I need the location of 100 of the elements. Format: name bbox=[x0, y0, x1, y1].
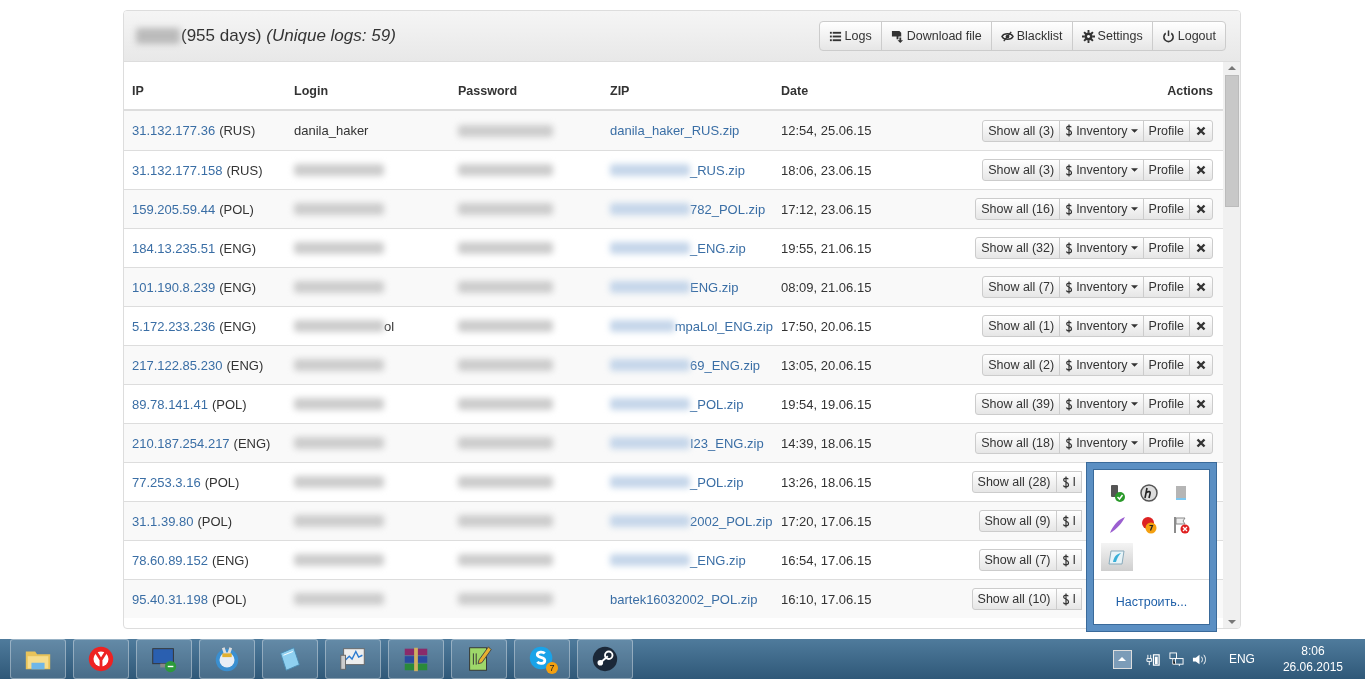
caret-icon bbox=[1130, 324, 1138, 328]
ip-link[interactable]: 31.132.177.158 bbox=[132, 162, 223, 178]
show-all-button[interactable]: Show all (16) bbox=[975, 198, 1061, 220]
customize-link[interactable]: Настроить... bbox=[1115, 595, 1188, 609]
letter-circle-icon[interactable] bbox=[1139, 483, 1159, 503]
battery-icon[interactable] bbox=[1145, 651, 1161, 667]
show-all-button[interactable]: Show all (39) bbox=[975, 393, 1061, 415]
profile-button[interactable]: Profile bbox=[1142, 432, 1190, 454]
show-hidden-icons-button[interactable] bbox=[1112, 649, 1132, 669]
delete-button[interactable] bbox=[1189, 159, 1213, 181]
inventory-dropdown-button[interactable]: Inventory bbox=[1059, 276, 1144, 298]
flag-icon[interactable] bbox=[1171, 515, 1191, 535]
zip-link[interactable]: I23_ENG.zip bbox=[690, 435, 764, 451]
ip-link[interactable]: 89.78.141.41 bbox=[132, 396, 208, 412]
show-all-button[interactable]: Show all (32) bbox=[975, 237, 1061, 259]
feather-icon[interactable] bbox=[1107, 515, 1127, 535]
language-indicator[interactable]: ENG bbox=[1228, 652, 1255, 666]
ip-link[interactable]: 77.253.3.16 bbox=[132, 474, 201, 490]
delete-button[interactable] bbox=[1189, 354, 1213, 376]
delete-button[interactable] bbox=[1189, 276, 1213, 298]
zip-link[interactable]: danila_haker_RUS.zip bbox=[610, 123, 740, 138]
show-all-button[interactable]: Show all (1) bbox=[982, 315, 1061, 337]
inventory-dropdown-button[interactable]: Inventory bbox=[1059, 237, 1144, 259]
inventory-dropdown-button[interactable]: I bbox=[1055, 588, 1082, 610]
caret-icon bbox=[1130, 246, 1138, 250]
inventory-dropdown-button[interactable]: I bbox=[1055, 510, 1082, 532]
delete-button[interactable] bbox=[1189, 393, 1213, 415]
close-icon bbox=[1196, 360, 1206, 370]
inventory-dropdown-button[interactable]: Inventory bbox=[1059, 159, 1144, 181]
notification-icon[interactable] bbox=[1139, 515, 1159, 535]
inventory-dropdown-button[interactable]: Inventory bbox=[1059, 432, 1144, 454]
profile-button[interactable]: Profile bbox=[1142, 354, 1190, 376]
delete-button[interactable] bbox=[1189, 432, 1213, 454]
show-all-button[interactable]: Show all (7) bbox=[978, 549, 1057, 571]
show-all-button[interactable]: Show all (9) bbox=[978, 510, 1057, 532]
inventory-dropdown-button[interactable]: I bbox=[1055, 471, 1082, 493]
zip-link[interactable]: ENG.zip bbox=[690, 279, 739, 295]
ip-link[interactable]: 217.122.85.230 bbox=[132, 357, 223, 373]
ip-link[interactable]: 101.190.8.239 bbox=[132, 279, 216, 295]
caret-icon bbox=[1130, 207, 1138, 211]
toolbar-button[interactable]: Logout bbox=[1151, 21, 1226, 51]
taskbar-button[interactable] bbox=[577, 639, 633, 679]
caret-icon bbox=[1130, 441, 1138, 445]
scroll-up-icon[interactable] bbox=[1227, 66, 1236, 70]
inventory-dropdown-button[interactable]: Inventory bbox=[1059, 198, 1144, 220]
ip-link[interactable]: 5.172.233.236 bbox=[132, 318, 216, 334]
show-all-button[interactable]: Show all (10) bbox=[971, 588, 1057, 610]
show-all-button[interactable]: Show all (3) bbox=[982, 119, 1061, 142]
delete-button[interactable] bbox=[1189, 315, 1213, 337]
zip-link[interactable]: _POL.zip bbox=[690, 474, 744, 490]
show-all-button[interactable]: Show all (18) bbox=[975, 432, 1061, 454]
toolbar-button[interactable]: Download file bbox=[880, 21, 992, 51]
scrollbar[interactable] bbox=[1223, 62, 1240, 628]
inventory-dropdown-button[interactable]: Inventory bbox=[1059, 119, 1144, 142]
list-icon bbox=[828, 29, 842, 43]
inventory-dropdown-button[interactable]: Inventory bbox=[1059, 354, 1144, 376]
profile-button[interactable]: Profile bbox=[1142, 198, 1190, 220]
ip-link[interactable]: 31.1.39.80 bbox=[132, 513, 194, 529]
ip-link[interactable]: 95.40.31.198 bbox=[132, 591, 208, 607]
toolbar-button[interactable]: Logs bbox=[818, 21, 882, 51]
zip-link[interactable]: 2002_POL.zip bbox=[690, 513, 773, 529]
profile-button[interactable]: Profile bbox=[1142, 159, 1190, 181]
ip-link[interactable]: 31.132.177.36 bbox=[132, 123, 216, 138]
show-all-button[interactable]: Show all (3) bbox=[982, 159, 1061, 181]
scroll-down-icon[interactable] bbox=[1227, 620, 1236, 624]
zip-link[interactable]: _ENG.zip bbox=[690, 240, 746, 256]
zip-link[interactable]: _ENG.zip bbox=[690, 552, 746, 568]
ip-link[interactable]: 159.205.59.44 bbox=[132, 201, 216, 217]
taskbar-button[interactable]: 7 bbox=[514, 639, 570, 679]
delete-button[interactable] bbox=[1189, 198, 1213, 220]
network-icon[interactable] bbox=[1168, 651, 1184, 667]
profile-button[interactable]: Profile bbox=[1142, 393, 1190, 415]
ip-link[interactable]: 184.13.235.51 bbox=[132, 240, 216, 256]
profile-button[interactable]: Profile bbox=[1142, 237, 1190, 259]
zip-link[interactable]: mpaLol_ENG.zip bbox=[674, 318, 773, 334]
zip-link[interactable]: bartek16032002_POL.zip bbox=[610, 591, 758, 607]
inventory-dropdown-button[interactable]: Inventory bbox=[1059, 315, 1144, 337]
zip-link[interactable]: _POL.zip bbox=[690, 396, 744, 412]
profile-button[interactable]: Profile bbox=[1142, 119, 1190, 142]
zip-link[interactable]: _RUS.zip bbox=[690, 162, 745, 178]
inventory-dropdown-button[interactable]: Inventory bbox=[1059, 393, 1144, 415]
scroll-thumb[interactable] bbox=[1224, 75, 1239, 207]
ip-link[interactable]: 210.187.254.217 bbox=[132, 435, 230, 451]
profile-button[interactable]: Profile bbox=[1142, 315, 1190, 337]
delete-button[interactable] bbox=[1189, 119, 1213, 142]
inventory-dropdown-button[interactable]: I bbox=[1055, 549, 1082, 571]
clock-date[interactable]: 26.06.2015 bbox=[1282, 659, 1343, 675]
show-all-button[interactable]: Show all (7) bbox=[982, 276, 1061, 298]
zip-link[interactable]: 69_ENG.zip bbox=[690, 357, 761, 373]
show-all-button[interactable]: Show all (28) bbox=[971, 471, 1057, 493]
date-text: 17:12, 23.06.15 bbox=[780, 200, 873, 219]
column-header: Login bbox=[293, 83, 329, 100]
toolbar-button[interactable]: Blacklist bbox=[990, 21, 1073, 51]
clock-time[interactable]: 8:06 bbox=[1301, 643, 1325, 659]
zip-link[interactable]: 782_POL.zip bbox=[690, 201, 766, 217]
ip-link[interactable]: 78.60.89.152 bbox=[132, 552, 208, 568]
profile-button[interactable]: Profile bbox=[1142, 276, 1190, 298]
toolbar-button[interactable]: Settings bbox=[1071, 21, 1153, 51]
delete-button[interactable] bbox=[1189, 237, 1213, 259]
show-all-button[interactable]: Show all (2) bbox=[982, 354, 1061, 376]
